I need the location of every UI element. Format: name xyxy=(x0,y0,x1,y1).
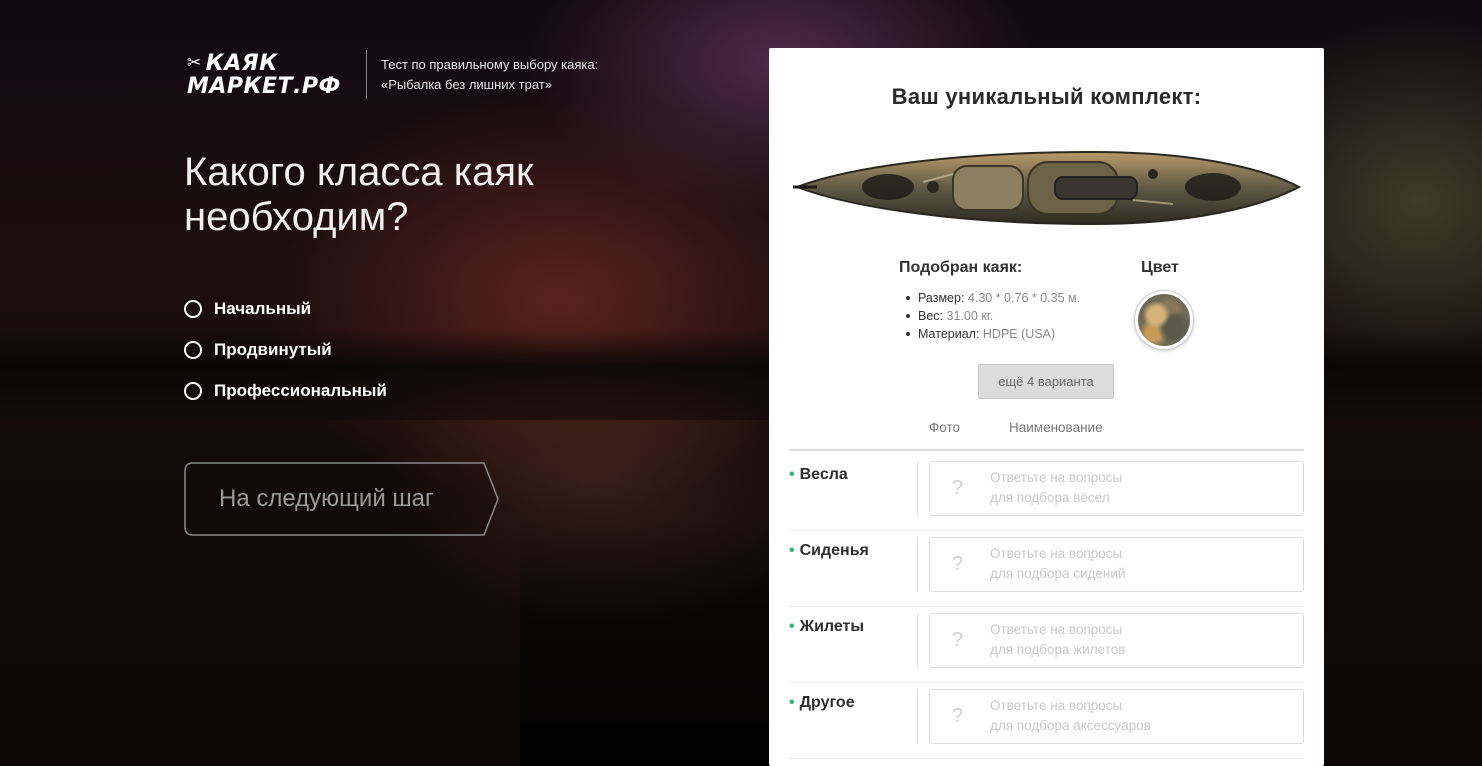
table-row-other: • Другое ? Ответьте на вопросы для подбор… xyxy=(789,683,1304,759)
placeholder-line2: для подбора аксессуаров xyxy=(990,718,1151,733)
table-row-seats: • Сиденья ? Ответьте на вопросы для подбо… xyxy=(789,531,1304,607)
row-label-text: Весла xyxy=(799,466,848,483)
placeholder-line1: Ответьте на вопросы xyxy=(990,698,1123,713)
table-row-paddles: • Весла ? Ответьте на вопросы для подбора… xyxy=(789,455,1304,531)
table-header: Фото Наименование xyxy=(789,418,1304,451)
radio-button[interactable] xyxy=(184,340,202,359)
bullet-dot: • xyxy=(789,466,795,483)
row-label: • Жилеты xyxy=(789,618,864,636)
spec-label: Размер: xyxy=(918,291,965,305)
placeholder-text: Ответьте на вопросы для подбора жилетов xyxy=(990,620,1290,660)
option-beginner[interactable]: Начальный xyxy=(184,288,544,329)
placeholder-text: Ответьте на вопросы для подбора вёсел xyxy=(990,468,1290,508)
bullet-dot: • xyxy=(789,618,795,635)
header-name: Наименование xyxy=(1009,420,1103,435)
tagline-line2: «Рыбалка без лишних трат» xyxy=(381,77,552,92)
tagline: Тест по правильному выбору каяка: «Рыбал… xyxy=(381,55,661,95)
logo-divider xyxy=(366,50,367,99)
tagline-line1: Тест по правильному выбору каяка: xyxy=(381,57,599,72)
quiz-question: Какого класса каяк необходим? xyxy=(184,150,534,239)
question-mark-icon: ? xyxy=(952,629,964,651)
quiz-options: Начальный Продвинутый Профессиональный xyxy=(184,288,544,411)
more-variants-button[interactable]: ещё 4 варианта xyxy=(978,364,1114,399)
kayak-specs: Размер: 4.30 * 0.76 * 0.35 м. Вес: 31.00… xyxy=(902,289,1162,343)
panel-title: Ваш уникальный комплект: xyxy=(891,84,1202,109)
question-mark-icon: ? xyxy=(952,705,964,727)
spec-value: 4.30 * 0.76 * 0.35 м. xyxy=(967,291,1081,305)
placeholder-text: Ответьте на вопросы для подбора сидений xyxy=(990,544,1290,584)
color-swatch-camo[interactable] xyxy=(1135,291,1193,349)
row-divider xyxy=(917,461,918,516)
placeholder-line2: для подбора сидений xyxy=(990,566,1126,581)
placeholder-box: ? Ответьте на вопросы для подбора аксесс… xyxy=(929,689,1304,744)
placeholder-line1: Ответьте на вопросы xyxy=(990,470,1123,485)
brand-logo[interactable]: ✂ КАЯК МАРКЕТ.РФ xyxy=(187,52,357,98)
row-divider xyxy=(917,537,918,592)
placeholder-box: ? Ответьте на вопросы для подбора жилето… xyxy=(929,613,1304,668)
row-label-text: Жилеты xyxy=(799,618,865,635)
row-label: • Сиденья xyxy=(789,542,869,560)
spec-value: 31.00 кг. xyxy=(946,309,994,323)
row-label-text: Другое xyxy=(799,694,855,711)
placeholder-line1: Ответьте на вопросы xyxy=(990,622,1123,637)
bullet-dot: • xyxy=(789,542,795,559)
row-divider xyxy=(917,689,918,744)
placeholder-line2: для подбора вёсел xyxy=(990,490,1110,505)
placeholder-line1: Ответьте на вопросы xyxy=(990,546,1123,561)
bullet-dot: • xyxy=(789,694,795,711)
kit-panel: Ваш уникальный комплект: Подобран каяк: … xyxy=(769,48,1324,766)
option-advanced[interactable]: Продвинутый xyxy=(184,329,544,370)
spec-size: Размер: 4.30 * 0.76 * 0.35 м. xyxy=(902,289,1162,307)
header-photo: Фото xyxy=(929,420,961,435)
row-divider xyxy=(917,613,918,668)
question-mark-icon: ? xyxy=(952,477,964,499)
background-reeds xyxy=(520,520,780,766)
radio-button[interactable] xyxy=(184,381,202,400)
spec-label: Материал: xyxy=(918,327,980,341)
placeholder-text: Ответьте на вопросы для подбора аксессуа… xyxy=(990,696,1290,736)
kayak-selected-title: Подобран каяк: xyxy=(899,259,1023,276)
row-label: • Весла xyxy=(789,466,848,484)
spec-weight: Вес: 31.00 кг. xyxy=(902,307,1162,325)
spec-material: Материал: HDPE (USA) xyxy=(902,325,1162,343)
option-label: Профессиональный xyxy=(214,380,387,400)
placeholder-line2: для подбора жилетов xyxy=(990,642,1126,657)
table-row-vests: • Жилеты ? Ответьте на вопросы для подбор… xyxy=(789,607,1304,683)
logo-line2: МАРКЕТ.РФ xyxy=(187,74,341,99)
crossed-paddles-icon: ✂ xyxy=(187,53,202,73)
radio-button[interactable] xyxy=(184,299,202,318)
next-step-button[interactable]: На следующий шаг xyxy=(184,462,500,536)
option-label: Продвинутый xyxy=(214,339,332,359)
row-label: • Другое xyxy=(789,694,855,712)
kayak-image xyxy=(793,150,1302,226)
logo-line1: КАЯК xyxy=(205,51,278,76)
color-title: Цвет xyxy=(1141,259,1179,276)
spec-value: HDPE (USA) xyxy=(982,327,1056,341)
row-label-text: Сиденья xyxy=(799,542,869,559)
next-step-label: На следующий шаг xyxy=(219,485,434,512)
option-professional[interactable]: Профессиональный xyxy=(184,370,544,411)
option-label: Начальный xyxy=(214,298,312,318)
question-mark-icon: ? xyxy=(952,553,964,575)
spec-label: Вес: xyxy=(918,309,944,323)
placeholder-box: ? Ответьте на вопросы для подбора сидени… xyxy=(929,537,1304,592)
placeholder-box: ? Ответьте на вопросы для подбора вёсел xyxy=(929,461,1304,516)
